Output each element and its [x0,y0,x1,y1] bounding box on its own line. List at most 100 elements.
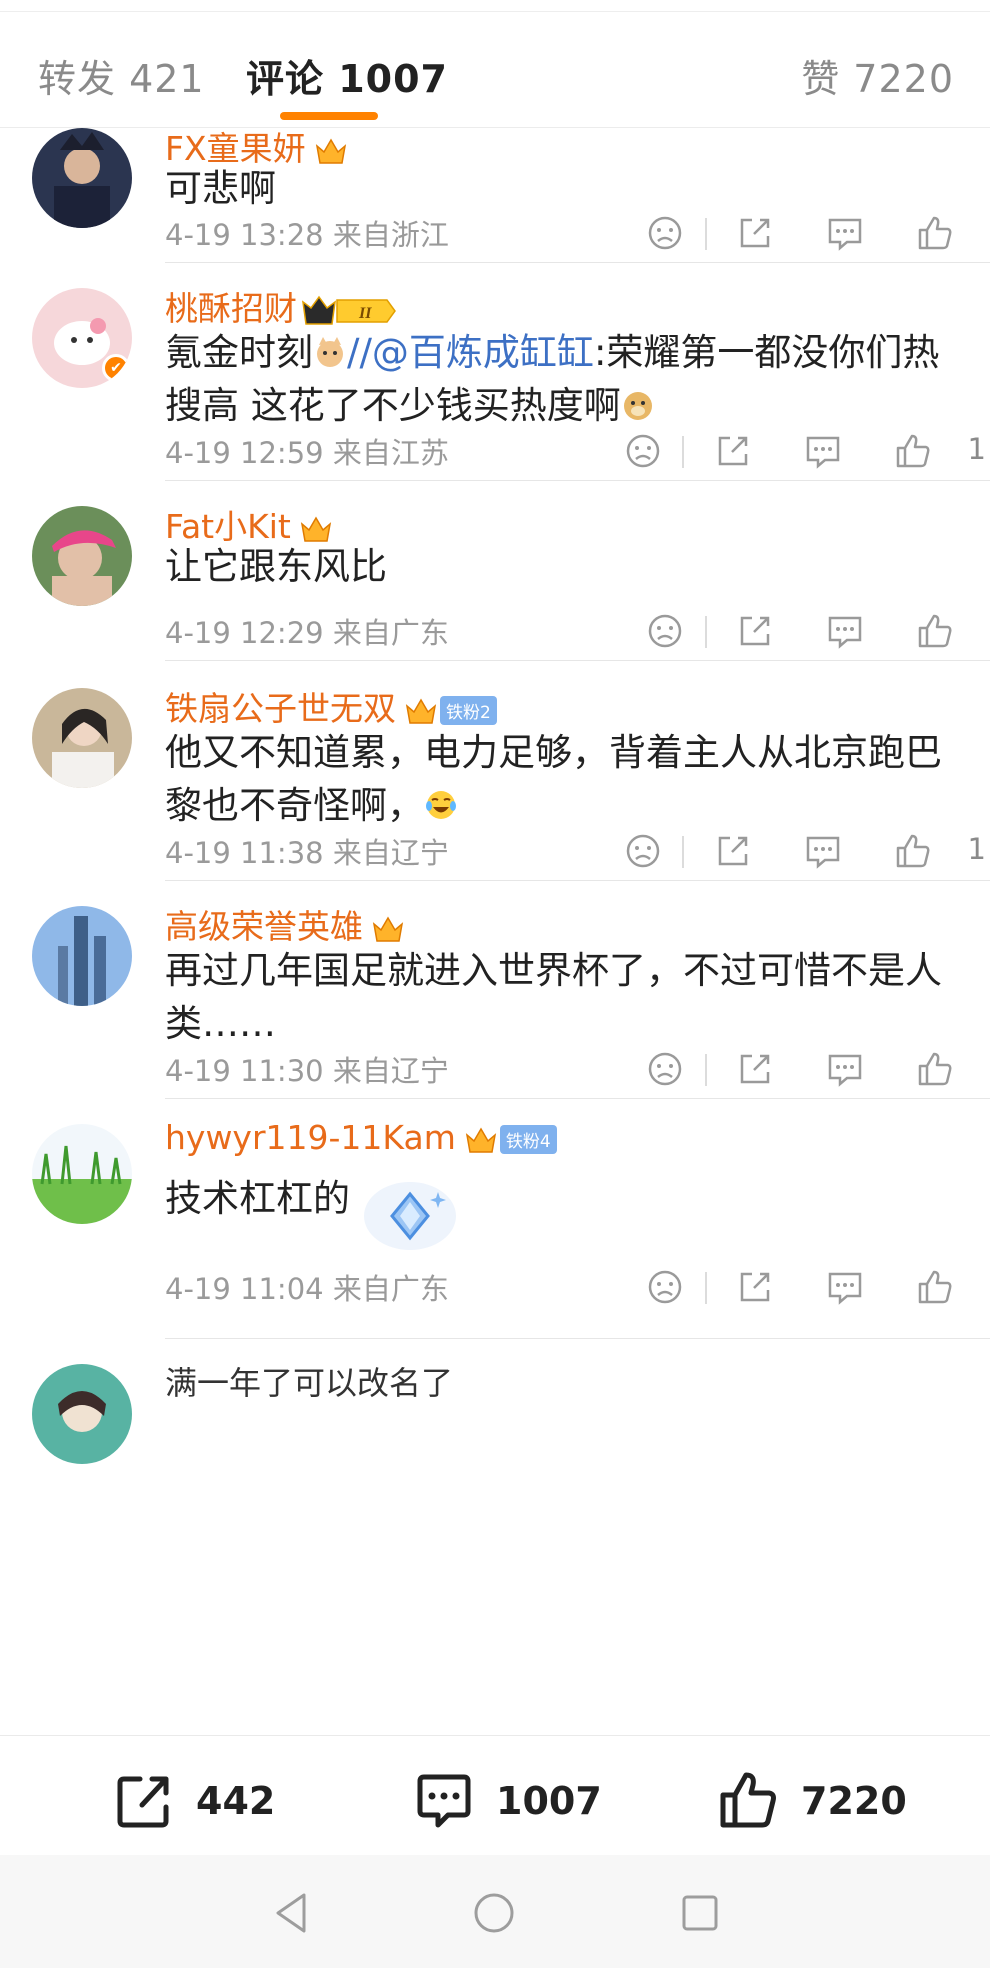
tab-bar: 转发 421 评论 1007 赞 7220 [0,12,990,128]
share-icon [718,436,748,466]
recent-apps-icon[interactable] [672,1885,728,1941]
comment-actions [630,208,990,258]
dislike-button[interactable] [640,1044,690,1094]
comment-icon [417,1774,471,1828]
reply-button[interactable] [798,426,848,476]
active-tab-indicator [280,112,378,120]
share-button[interactable] [708,426,758,476]
tab-repost[interactable]: 转发 421 [38,48,205,103]
share-button[interactable] [730,208,780,258]
bottom-action-bar: 442 1007 7220 [0,1735,990,1855]
comment-icon [828,218,862,251]
username[interactable]: hywyr119-11Kam 铁粉4 [165,1118,557,1157]
comment-actions [630,1044,990,1094]
sad-face-icon [648,614,682,648]
share-button[interactable] [730,606,780,656]
reply-button[interactable] [820,1044,870,1094]
laugh-cry-emoji-icon [426,791,456,819]
fan-badge: 铁粉2 [440,696,497,725]
mention-link[interactable]: //@百炼成缸缸 [347,331,594,374]
vip-crown-icon [405,698,437,724]
divider [705,616,707,648]
comment-meta: 4-19 11:30 来自辽宁 [165,1054,449,1088]
comment-text: 让它跟东风比 [165,545,387,588]
dislike-button[interactable] [618,426,668,476]
share-icon [740,1272,770,1302]
avatar[interactable] [32,1124,132,1224]
like-button[interactable] [888,426,938,476]
comment-item: Fat小Kit 让它跟东风比 4-19 12:29 来自广东 [0,506,990,686]
repost-count: 442 [196,1779,276,1823]
share-button[interactable] [730,1262,780,1312]
dislike-button[interactable] [618,826,668,876]
comment-actions [630,606,990,656]
username[interactable]: 铁扇公子世无双 铁粉2 [165,682,497,730]
share-icon [740,616,770,646]
tab-comments[interactable]: 评论 1007 [246,48,448,103]
username[interactable]: 高级荣誉英雄 [165,900,405,948]
system-navigation-bar [0,1855,990,1968]
comment-icon [828,1272,862,1305]
username[interactable]: 桃酥招财 II [165,282,399,330]
sad-face-icon [626,834,660,868]
reply-button[interactable] [798,826,848,876]
sad-face-icon [626,434,660,468]
dislike-button[interactable] [640,606,690,656]
comment-button[interactable]: 1007 [410,1766,602,1836]
tab-likes[interactable]: 赞 7220 [801,48,954,103]
back-icon[interactable] [264,1885,320,1941]
reply-button[interactable] [820,1262,870,1312]
comment-actions: 1 [626,426,990,476]
thumbs-up-icon [896,434,930,468]
comment-actions: 1 [626,826,990,876]
like-count: 1 [967,832,986,866]
dislike-button[interactable] [640,208,690,258]
reply-button[interactable] [820,208,870,258]
thumbs-up-icon [720,1772,776,1828]
comment-item: 高级荣誉英雄 再过几年国足就进入世界杯了，不过可惜不是人类…… 4-19 11:… [0,906,990,1126]
vip-crown-icon [465,1127,496,1153]
like-button[interactable] [910,1044,960,1094]
share-icon [718,836,748,866]
vip-crown-icon [300,516,331,542]
verified-badge-icon: ✔ [102,354,130,382]
avatar[interactable] [32,906,132,1006]
like-button[interactable] [910,606,960,656]
avatar[interactable] [32,506,132,606]
like-button[interactable] [910,1262,960,1312]
comment-list[interactable]: FX童果妍 可悲啊 4-19 13:28 来自浙江 ✔ 桃酥招财 II 氪金时刻 /… [0,128,990,1735]
comment-item: hywyr119-11Kam 铁粉4 技术杠杠的 4-19 11:04 来自广东 [0,1118,990,1344]
thumbs-up-icon [918,1270,952,1304]
like-count: 7220 [801,1779,907,1823]
thumbs-up-icon [896,834,930,868]
thumbs-up-icon [918,614,952,648]
comment-text: 氪金时刻//@百炼成缸缸:荣耀第一都没你们热搜高 这花了不少钱买热度啊 [165,331,940,427]
like-button[interactable] [910,208,960,258]
avatar[interactable]: ✔ [32,288,132,388]
comment-meta: 4-19 12:59 来自江苏 [165,436,449,470]
comment-meta: 4-19 13:28 来自浙江 [165,218,449,252]
share-button[interactable] [708,826,758,876]
cat-emoji-icon [317,337,343,367]
comment-actions [630,1262,990,1312]
reply-button[interactable] [820,606,870,656]
repost-button[interactable]: 442 [110,1766,275,1836]
sad-face-icon [648,1052,682,1086]
username[interactable]: 满一年了可以改名了 [165,1358,453,1404]
divider [165,262,990,263]
dislike-button[interactable] [640,1262,690,1312]
status-strip [0,0,990,12]
divider [705,1054,707,1086]
avatar[interactable] [32,688,132,788]
comment-icon [828,1054,862,1087]
share-button[interactable] [730,1044,780,1094]
avatar[interactable] [32,128,132,228]
comment-icon [828,616,862,649]
divider [165,880,990,881]
like-button[interactable]: 7220 [715,1766,907,1836]
like-button[interactable] [888,826,938,876]
home-icon[interactable] [466,1885,522,1941]
avatar[interactable] [32,1364,132,1464]
vip-level-icon: II [302,295,396,325]
divider [682,436,684,468]
